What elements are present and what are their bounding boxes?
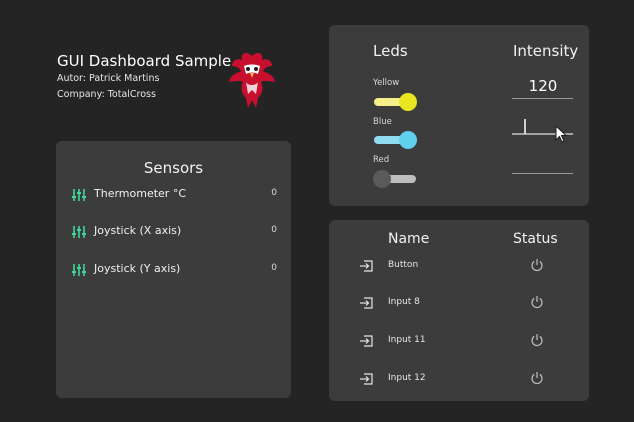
yellow-led-switch[interactable] xyxy=(374,93,417,111)
sensor-row-joystick-y: Joystick (Y axis) 0 xyxy=(72,262,277,278)
io-row-input-11: Input 11 xyxy=(359,333,564,349)
power-icon[interactable] xyxy=(530,371,544,385)
sensor-row-joystick-x: Joystick (X axis) 0 xyxy=(72,224,277,240)
io-name: Input 8 xyxy=(388,297,420,307)
mouse-cursor-icon xyxy=(555,125,568,143)
led-label-blue: Blue xyxy=(373,117,392,127)
sensor-label: Thermometer °C xyxy=(94,187,186,200)
sliders-icon xyxy=(72,264,86,276)
io-status-panel: Name Status Button Input 8 Input 11 Inpu… xyxy=(329,220,589,401)
io-name: Input 11 xyxy=(388,335,426,345)
io-name: Input 12 xyxy=(388,373,426,383)
bird-logo-icon xyxy=(229,53,275,108)
name-column-header: Name xyxy=(388,231,430,247)
power-icon[interactable] xyxy=(530,295,544,309)
sensor-value: 0 xyxy=(271,263,277,273)
sliders-icon xyxy=(72,189,86,201)
leds-title: Leds xyxy=(373,42,408,60)
input-icon xyxy=(360,373,373,385)
author-text: Autor: Patrick Martins xyxy=(57,73,160,84)
sensor-value: 0 xyxy=(271,225,277,235)
sensors-panel: Sensors Thermometer °C 0 Joystick (X axi… xyxy=(56,141,291,398)
io-row-input-8: Input 8 xyxy=(359,295,564,311)
input-icon xyxy=(360,297,373,309)
io-name: Button xyxy=(388,260,419,270)
sensor-value: 0 xyxy=(271,188,277,198)
switch-knob xyxy=(373,170,391,188)
status-column-header: Status xyxy=(513,231,558,247)
input-icon xyxy=(360,335,373,347)
intensity-input-underline xyxy=(512,98,573,99)
power-icon[interactable] xyxy=(530,258,544,272)
sensor-label: Joystick (X axis) xyxy=(94,224,182,237)
intensity-bottom-line xyxy=(512,173,573,174)
led-label-red: Red xyxy=(373,155,390,165)
switch-knob xyxy=(399,93,417,111)
io-row-input-12: Input 12 xyxy=(359,371,564,387)
red-led-switch[interactable] xyxy=(373,170,416,188)
power-icon[interactable] xyxy=(530,333,544,347)
intensity-title: Intensity xyxy=(513,42,579,60)
sliders-icon xyxy=(72,226,86,238)
sensors-title: Sensors xyxy=(143,159,204,177)
switch-knob xyxy=(399,131,417,149)
company-text: Company: TotalCross xyxy=(57,89,156,100)
leds-panel: Leds Intensity Yellow Blue Red 120 xyxy=(329,25,589,206)
intensity-value-input[interactable]: 120 xyxy=(513,77,573,95)
io-row-button: Button xyxy=(359,258,564,274)
sensor-label: Joystick (Y axis) xyxy=(94,262,181,275)
input-icon xyxy=(360,260,373,272)
app-title: GUI Dashboard Sample xyxy=(57,52,232,70)
led-label-yellow: Yellow xyxy=(373,78,400,88)
sensor-row-thermometer: Thermometer °C 0 xyxy=(72,187,277,203)
blue-led-switch[interactable] xyxy=(374,131,417,149)
